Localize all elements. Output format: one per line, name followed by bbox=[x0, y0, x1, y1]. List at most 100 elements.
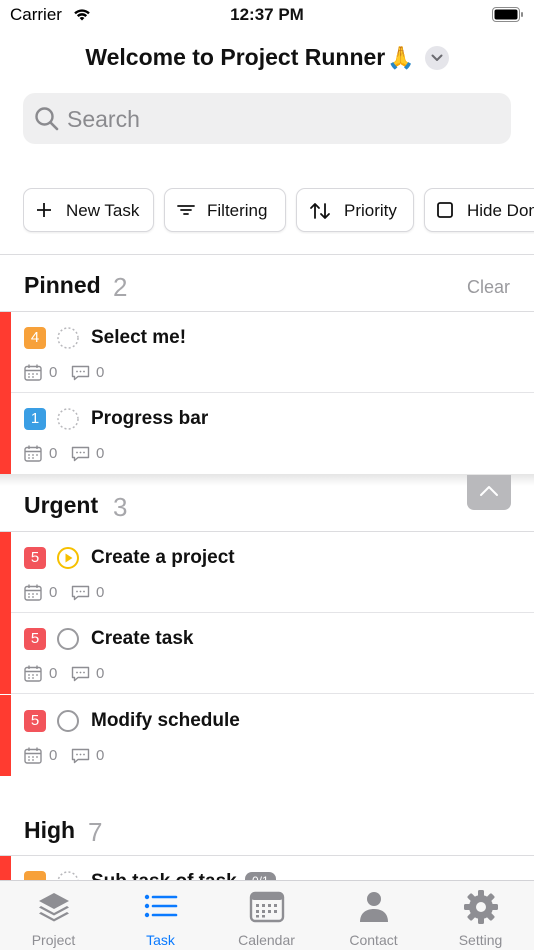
list-icon bbox=[144, 894, 178, 918]
tab-bar: Project Task Calendar Contact Setting bbox=[0, 880, 534, 950]
pinned-section-header: Pinned 2 Clear bbox=[0, 262, 534, 306]
tab-label: Setting bbox=[458, 932, 503, 948]
tab-label: Contact bbox=[349, 932, 398, 948]
section-title: Urgent bbox=[24, 492, 99, 518]
tab-task[interactable]: Task bbox=[107, 881, 214, 950]
tab-setting[interactable]: Setting bbox=[427, 881, 534, 950]
tab-label: Task bbox=[146, 932, 175, 948]
task-title: Progress bar bbox=[91, 408, 209, 429]
chevron-down-icon bbox=[431, 54, 443, 61]
status-circle-dotted-icon[interactable] bbox=[56, 407, 80, 431]
chevron-up-icon bbox=[480, 486, 498, 496]
calendar-icon bbox=[249, 891, 285, 923]
pray-emoji: 🙏 bbox=[387, 44, 415, 70]
hide-done-button[interactable]: Hide Done bbox=[424, 188, 534, 232]
priority-badge: 5 bbox=[24, 710, 46, 732]
tab-label: Calendar bbox=[238, 932, 295, 948]
checklist-count: 0 bbox=[49, 445, 58, 462]
task-row-partial[interactable]: Sub task of task 0/1 bbox=[0, 856, 534, 880]
subtask-progress-badge: 0/1 bbox=[245, 872, 276, 880]
battery-icon bbox=[492, 7, 523, 22]
task-row[interactable]: 5 Modify schedule 0 0 bbox=[0, 695, 534, 776]
comment-icon bbox=[71, 365, 90, 381]
checklist-count: 0 bbox=[49, 665, 58, 682]
person-icon bbox=[360, 892, 388, 922]
page-title: Welcome to Project Runner bbox=[85, 44, 386, 70]
priority-badge: 5 bbox=[24, 628, 46, 650]
priority-stripe bbox=[0, 532, 11, 613]
comment-count: 0 bbox=[96, 445, 105, 462]
priority-stripe bbox=[0, 393, 11, 474]
checklist-count: 0 bbox=[49, 747, 58, 764]
tab-project[interactable]: Project bbox=[0, 881, 107, 950]
comment-count: 0 bbox=[96, 665, 105, 682]
new-task-label: New Task bbox=[66, 201, 140, 220]
calendar-small-icon bbox=[24, 364, 42, 381]
task-row[interactable]: 5 Create a project 0 0 bbox=[0, 532, 534, 613]
status-circle-icon[interactable] bbox=[56, 709, 80, 733]
task-row[interactable]: 5 Create task 0 0 bbox=[0, 613, 534, 694]
status-bar: Carrier 12:37 PM bbox=[0, 0, 534, 30]
section-title: Pinned bbox=[24, 272, 101, 298]
comment-icon bbox=[71, 585, 90, 601]
status-circle-icon[interactable] bbox=[56, 627, 80, 651]
task-toolbar: New Task Filtering Priority Hide Done bbox=[23, 188, 534, 234]
status-in-progress-icon[interactable] bbox=[56, 546, 80, 570]
calendar-small-icon bbox=[24, 665, 42, 682]
section-count: 3 bbox=[113, 492, 128, 522]
task-title: Select me! bbox=[91, 327, 187, 348]
priority-badge bbox=[24, 871, 46, 880]
search-icon bbox=[35, 107, 59, 131]
hide-done-label: Hide Done bbox=[467, 201, 534, 220]
calendar-small-icon bbox=[24, 747, 42, 764]
comment-count: 0 bbox=[96, 584, 105, 601]
layers-icon bbox=[39, 893, 69, 922]
filtering-label: Filtering bbox=[207, 201, 268, 220]
clear-pinned-button[interactable]: Clear bbox=[467, 277, 510, 298]
gear-icon bbox=[464, 890, 498, 924]
sort-arrows-icon bbox=[310, 203, 330, 219]
scroll-to-top-button[interactable] bbox=[467, 475, 511, 510]
comment-count: 0 bbox=[96, 364, 105, 381]
comment-count: 0 bbox=[96, 747, 105, 764]
priority-stripe bbox=[0, 312, 11, 393]
task-title: Modify schedule bbox=[91, 710, 240, 731]
priority-badge: 4 bbox=[24, 327, 46, 349]
urgent-section-header: Urgent 3 bbox=[0, 482, 534, 526]
task-row[interactable]: 4 Select me! 0 0 bbox=[0, 312, 534, 393]
project-switcher-button[interactable] bbox=[424, 45, 449, 70]
comment-icon bbox=[71, 446, 90, 462]
priority-badge: 1 bbox=[24, 408, 46, 430]
task-title: Create task bbox=[91, 628, 194, 649]
section-title: High bbox=[24, 817, 76, 843]
task-title: Create a project bbox=[91, 547, 235, 568]
task-row[interactable]: 1 Progress bar 0 0 bbox=[0, 393, 534, 474]
calendar-small-icon bbox=[24, 445, 42, 462]
checklist-count: 0 bbox=[49, 584, 58, 601]
header: Welcome to Project Runner🙏 bbox=[0, 44, 534, 78]
new-task-button[interactable]: New Task bbox=[23, 188, 154, 232]
divider bbox=[0, 254, 534, 255]
tab-label: Project bbox=[31, 932, 76, 948]
tab-contact[interactable]: Contact bbox=[320, 881, 427, 950]
search-input[interactable] bbox=[67, 101, 497, 137]
comment-icon bbox=[71, 666, 90, 682]
clock: 12:37 PM bbox=[230, 5, 304, 24]
priority-button[interactable]: Priority bbox=[296, 188, 414, 232]
priority-stripe bbox=[0, 695, 11, 776]
search-bar[interactable] bbox=[23, 93, 511, 144]
filter-lines-icon bbox=[177, 205, 195, 215]
tab-calendar[interactable]: Calendar bbox=[213, 881, 320, 950]
high-section-header: High 7 bbox=[0, 807, 534, 851]
priority-stripe bbox=[0, 856, 11, 880]
priority-label: Priority bbox=[344, 201, 397, 220]
calendar-small-icon bbox=[24, 584, 42, 601]
task-title: Sub task of task bbox=[91, 871, 237, 880]
priority-badge: 5 bbox=[24, 547, 46, 569]
status-circle-dotted-icon[interactable] bbox=[56, 326, 80, 350]
filtering-button[interactable]: Filtering bbox=[164, 188, 286, 232]
row-separator bbox=[11, 693, 534, 694]
plus-icon bbox=[37, 203, 51, 217]
status-circle-dotted-icon[interactable] bbox=[56, 870, 80, 880]
comment-icon bbox=[71, 748, 90, 764]
